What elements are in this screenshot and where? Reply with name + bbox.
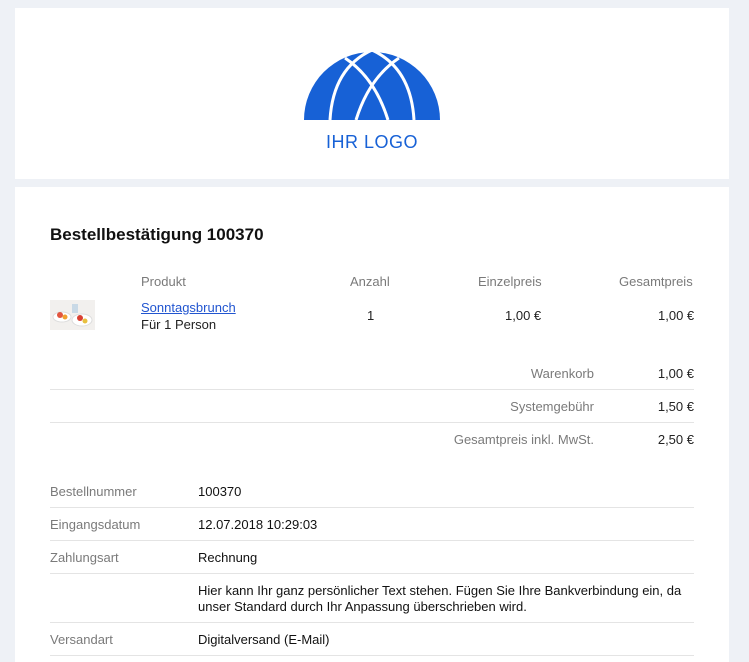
product-unit-price: 1,00 €	[505, 308, 542, 323]
date-value: 12.07.2018 10:29:03	[198, 517, 318, 532]
divider	[50, 622, 694, 623]
logo: IHR LOGO	[15, 8, 729, 179]
summary-row-fee: Systemgebühr 1,50 €	[50, 399, 694, 432]
divider	[50, 507, 694, 508]
summary-row-cart: Warenkorb 1,00 €	[50, 366, 694, 399]
payment-label: Zahlungsart	[50, 550, 119, 565]
order-number-value: 100370	[198, 484, 242, 499]
logo-dome-icon	[304, 48, 440, 121]
summary-row-total: Gesamtpreis inkl. MwSt. 2,50 €	[50, 432, 694, 465]
cart-value: 1,00 €	[657, 366, 694, 381]
order-confirmation-card: Bestellbestätigung 100370 Produkt Anzahl…	[15, 187, 729, 662]
header-unit-price: Einzelpreis	[478, 274, 542, 289]
header-quantity: Anzahl	[350, 274, 390, 289]
payment-value: Rechnung	[198, 550, 258, 565]
logo-text: IHR LOGO	[325, 132, 418, 152]
cart-label: Warenkorb	[530, 366, 594, 381]
divider	[50, 389, 694, 390]
brunch-image-icon	[50, 300, 95, 330]
divider	[50, 540, 694, 541]
product-quantity: 1	[367, 308, 375, 323]
divider	[50, 573, 694, 574]
header-total-price: Gesamtpreis	[619, 274, 693, 289]
product-link[interactable]: Sonntagsbrunch	[141, 300, 236, 315]
header-product: Produkt	[141, 274, 186, 289]
divider	[50, 422, 694, 423]
product-total-price: 1,00 €	[658, 308, 695, 323]
total-value: 2,50 €	[657, 432, 694, 447]
date-label: Eingangsdatum	[50, 517, 141, 532]
page-title: Bestellbestätigung 100370	[50, 225, 264, 244]
shipping-value: Digitalversand (E-Mail)	[198, 632, 330, 647]
payment-note: Hier kann Ihr ganz persönlicher Text ste…	[198, 583, 682, 614]
total-label: Gesamtpreis inkl. MwSt.	[453, 432, 594, 447]
header-card: IHR LOGO	[15, 8, 729, 179]
fee-value: 1,50 €	[657, 399, 694, 414]
product-subtitle: Für 1 Person	[141, 317, 217, 332]
order-number-label: Bestellnummer	[50, 484, 137, 499]
product-thumbnail	[50, 300, 95, 330]
divider	[50, 655, 694, 656]
fee-label: Systemgebühr	[510, 399, 594, 414]
shipping-label: Versandart	[50, 632, 113, 647]
